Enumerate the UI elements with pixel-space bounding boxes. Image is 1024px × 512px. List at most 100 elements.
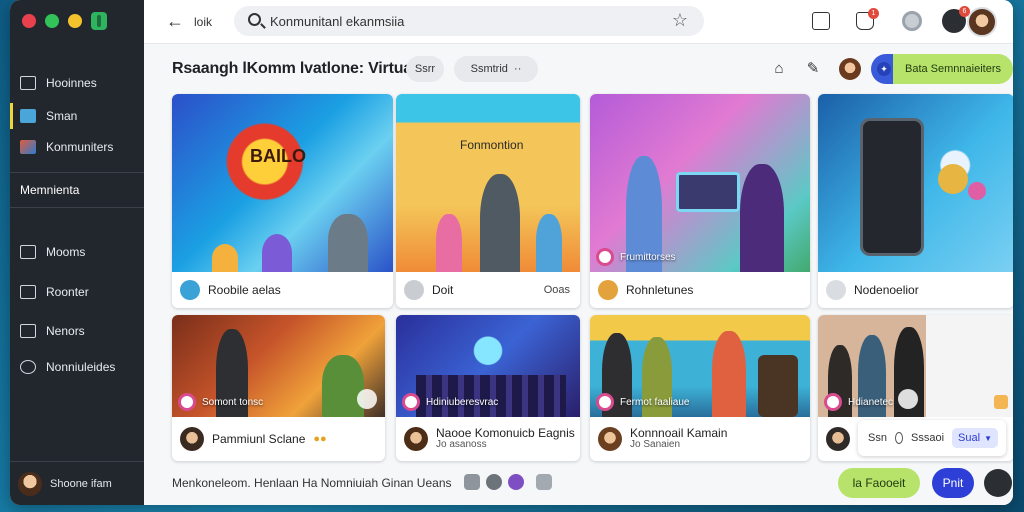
child-figure [262,234,292,272]
card-icon [20,324,36,338]
display-icon[interactable] [812,12,830,30]
profile-avatar[interactable] [967,7,997,37]
arcade-machine [758,355,798,417]
smartphone [860,118,924,256]
status-ring-icon[interactable] [902,11,922,31]
cta-button[interactable]: ✦ Bata Semnnaieiters [871,54,1013,84]
card-title: Pammiunl Sclane [212,432,306,446]
quick-settings-panel: Ssn Sssaoi Sual ▼ [858,420,1006,456]
card-art-text: Fonmontion [460,138,524,152]
home-icon [20,76,36,90]
sidebar-item-modules[interactable]: Nonniuleides [10,354,144,380]
alerts-icon[interactable]: 6 [942,6,970,33]
community-thumbnail-icon [20,140,36,154]
profile-icon[interactable] [508,474,524,490]
sidebar-item-scan[interactable]: Sman [10,103,144,129]
sort-chip-label: Ssmtrid [470,63,508,75]
print-button[interactable]: Pnit [932,468,974,498]
card-tag-label: Hdianetec [848,396,894,408]
card-title: Nodenoelior [854,283,919,297]
tag-icon [596,248,614,266]
card-text: Konnnoail Kamain Jo Sanaien [630,427,727,451]
card-tag: Hdianetec [824,393,893,411]
play-icon[interactable] [357,389,377,409]
content-card[interactable]: Hdiniuberesvrac Naooe Komonuicb Eagnis J… [396,315,580,461]
sidebar-item-rooms[interactable]: Mooms [10,239,144,265]
content-card[interactable]: BAILO Roobile aelas [172,94,393,308]
bolt-icon: ✦ [877,62,891,76]
sidebar-section-header[interactable]: Memnienta [10,172,144,208]
content-card[interactable]: Fermot faaliaue Konnnoail Kamain Jo Sana… [590,315,810,461]
sidebar: Hooinnes Sman Konmuniters Memnienta Moom… [10,0,144,505]
sidebar-item-label: Hooinnes [46,76,97,90]
avatar [598,427,622,451]
tag-icon [402,393,420,411]
panel-value: Sssaoi [911,432,945,444]
sidebar-user-profile[interactable]: Shoone ifam [10,461,144,505]
avatar [404,427,428,451]
panel-select[interactable]: Sual ▼ [952,428,998,448]
monitor-icon [20,285,36,299]
back-arrow-icon[interactable]: ← [166,11,184,32]
page-title: Rsaangh lKomm lvatlone: Virtua [172,60,412,77]
card-title: Konnnoail Kamain [630,426,728,440]
card-image: Hdiniuberesvrac [396,315,580,417]
filter-chip[interactable]: Ssrr [406,56,444,82]
notification-badge: 1 [868,8,879,19]
lock-icon[interactable] [464,474,480,490]
gear-icon[interactable] [894,432,904,444]
sidebar-item-label: Nonniuleides [46,360,116,374]
card-image: Frumittorses [590,94,810,272]
sidebar-item-members[interactable]: Nenors [10,318,144,344]
share-icon[interactable] [536,474,552,490]
content-card[interactable]: Frumittorses Rohnletunes [590,94,810,308]
child-figure [212,244,238,272]
sidebar-item-communities[interactable]: Konmuniters [10,134,144,160]
back-label[interactable]: loik [194,15,212,29]
sort-chip[interactable]: Ssmtrid ·· [454,56,538,82]
search-input[interactable]: Konmunitanl ekanmsiia ☆ [234,6,704,36]
maximize-window-button[interactable] [45,14,59,28]
sidebar-section-label: Memnienta [20,183,80,197]
leaf-icon [826,280,846,300]
sidebar-item-home[interactable]: Hooinnes [10,70,144,96]
avatar [18,471,42,496]
play-icon[interactable] [898,389,918,409]
card-meta: Ooas [543,284,570,296]
minimize-window-button[interactable] [68,14,82,28]
cta-label: Bata Semnnaieiters [905,63,1001,75]
child-figure [436,214,462,272]
card-tag-label: Frumittorses [620,251,676,263]
sidebar-item-label: Sman [46,109,78,123]
home-outline-icon[interactable]: ⌂ [770,60,788,78]
more-icon: ·· [514,63,522,75]
notification-icon[interactable]: 1 [856,8,879,30]
tablet-screen [676,172,740,212]
content-card[interactable]: Somont tonsc Pammiunl Sclane ●● [172,315,385,461]
user-menu-avatar[interactable] [984,469,1012,497]
sidebar-item-label: Roonter [46,285,89,299]
close-window-button[interactable] [22,14,36,28]
content-card[interactable]: Fonmontion Doit Ooas [396,94,580,308]
edit-icon[interactable]: ✎ [804,60,822,78]
shield-icon [404,280,424,300]
card-image: Hdianetec [818,315,1013,417]
primary-action-button[interactable]: la Faooeit [838,468,920,498]
card-image: Fermot faaliaue [590,315,810,417]
card-caption: Konnnoail Kamain Jo Sanaien [590,417,810,461]
globe-icon[interactable] [486,474,502,490]
sidebar-item-router[interactable]: Roonter [10,279,144,305]
star-icon[interactable]: ☆ [672,10,688,31]
card-caption: Pammiunl Sclane ●● [172,417,385,461]
chevron-down-icon: ▼ [984,433,992,443]
tag-icon [596,393,614,411]
sidebar-item-label: Nenors [46,324,85,338]
app-window: Hooinnes Sman Konmuniters Memnienta Moom… [10,0,1013,505]
top-bar: ← loik Konmunitanl ekanmsiia ☆ 1 6 [144,0,1013,44]
card-tag: Frumittorses [596,248,676,266]
door-icon [20,245,36,259]
content-card[interactable]: Nodenoelior [818,94,1013,308]
avatar[interactable] [839,58,861,80]
orb [968,182,986,200]
card-image: BAILO [172,94,393,272]
